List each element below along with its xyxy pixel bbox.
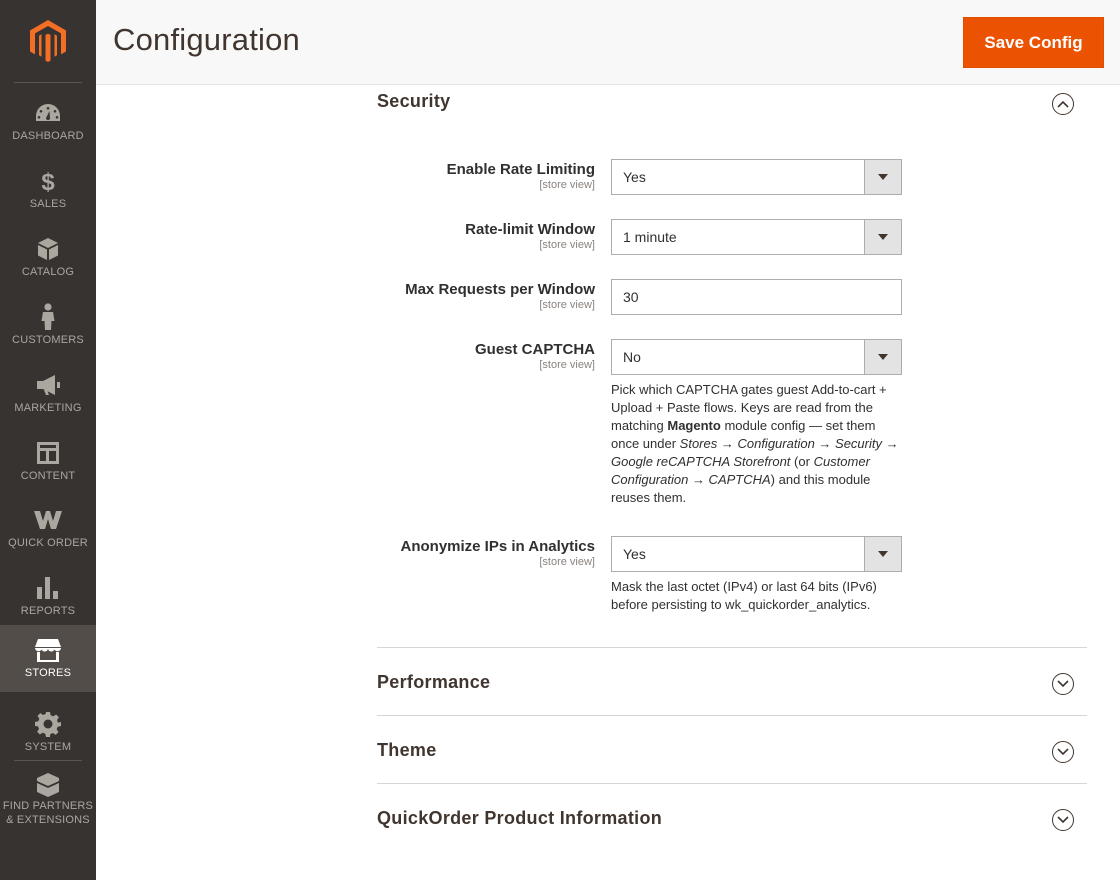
- section-divider: [377, 647, 1087, 648]
- section-divider: [377, 783, 1087, 784]
- dropdown-arrow-icon: [864, 537, 901, 571]
- field-name: Anonymize IPs in Analytics: [400, 538, 596, 555]
- gear-icon: [0, 711, 96, 737]
- megaphone-icon: [0, 372, 96, 398]
- nav-quick-order[interactable]: QUICK ORDER: [0, 497, 96, 565]
- nav-label: DASHBOARD: [12, 130, 84, 142]
- nav-label: REPORTS: [20, 605, 76, 617]
- chevron-up-icon: [1057, 100, 1069, 108]
- expand-toggle-performance[interactable]: [1052, 673, 1074, 695]
- collapse-toggle-security[interactable]: [1052, 93, 1074, 115]
- rate-limiting-select[interactable]: Yes: [611, 159, 902, 195]
- bar-chart-icon: [0, 575, 96, 601]
- quickorder-icon: [0, 507, 96, 533]
- dropdown-arrow-icon: [864, 220, 901, 254]
- expand-toggle-product-info[interactable]: [1052, 809, 1074, 831]
- layout-icon: [0, 440, 96, 466]
- field-scope: [store view]: [539, 359, 595, 371]
- section-title-product-info[interactable]: QuickOrder Product Information: [377, 808, 662, 829]
- magento-logo[interactable]: [0, 0, 96, 82]
- select-value: Yes: [623, 546, 646, 562]
- anonymize-ips-note: Mask the last octet (IPv4) or last 64 bi…: [611, 579, 877, 612]
- nav-label: STORES: [24, 667, 72, 679]
- guest-captcha-note: Pick which CAPTCHA gates guest Add-to-ca…: [611, 381, 906, 507]
- logo-divider: [14, 82, 82, 83]
- field-label-rate-limiting: Enable Rate Limiting [store view]: [447, 161, 595, 192]
- nav-find-partners[interactable]: FIND PARTNERS & EXTENSIONS: [0, 764, 96, 834]
- extensions-icon: [0, 772, 96, 798]
- chevron-down-icon: [1057, 680, 1069, 688]
- nav-sales[interactable]: $ SALES: [0, 158, 96, 226]
- dashboard-icon: [0, 100, 96, 126]
- section-title-theme[interactable]: Theme: [377, 740, 437, 761]
- rate-window-select[interactable]: 1 minute: [611, 219, 902, 255]
- nav-label: CATALOG: [21, 266, 75, 278]
- nav-system[interactable]: SYSTEM: [0, 701, 96, 769]
- dropdown-arrow-icon: [864, 160, 901, 194]
- page-title: Configuration: [113, 22, 300, 57]
- field-scope: [store view]: [539, 556, 595, 568]
- dropdown-arrow-icon: [864, 340, 901, 374]
- expand-toggle-theme[interactable]: [1052, 741, 1074, 763]
- select-value: Yes: [623, 169, 646, 185]
- guest-captcha-select[interactable]: No: [611, 339, 902, 375]
- save-config-button[interactable]: Save Config: [963, 17, 1104, 68]
- section-title-performance[interactable]: Performance: [377, 672, 490, 693]
- field-scope: [store view]: [539, 179, 595, 191]
- nav-dashboard[interactable]: DASHBOARD: [0, 90, 96, 158]
- nav-customers[interactable]: CUSTOMERS: [0, 294, 96, 362]
- field-label-max-requests: Max Requests per Window [store view]: [405, 281, 595, 312]
- nav-label: SALES: [29, 198, 67, 210]
- svg-text:$: $: [41, 169, 55, 194]
- nav-content[interactable]: CONTENT: [0, 430, 96, 498]
- dollar-icon: $: [0, 168, 96, 194]
- nav-marketing[interactable]: MARKETING: [0, 362, 96, 430]
- page-header: Configuration Save Config: [96, 0, 1120, 85]
- person-icon: [0, 303, 96, 330]
- select-value: No: [623, 349, 641, 365]
- nav-label: CUSTOMERS: [12, 334, 84, 346]
- nav-label: QUICK ORDER: [8, 537, 88, 549]
- nav-reports[interactable]: REPORTS: [0, 565, 96, 633]
- note-bold: Magento: [667, 418, 721, 433]
- field-name: Rate-limit Window: [465, 221, 595, 238]
- nav-divider: [14, 760, 82, 761]
- field-name: Max Requests per Window: [405, 281, 595, 298]
- section-title-security[interactable]: Security: [377, 91, 450, 112]
- magento-logo-icon: [30, 20, 66, 62]
- field-label-rate-window: Rate-limit Window [store view]: [465, 221, 595, 252]
- select-value: 1 minute: [623, 229, 677, 245]
- field-scope: [store view]: [539, 299, 595, 311]
- note-text: (or: [790, 454, 814, 469]
- field-name: Enable Rate Limiting: [446, 161, 595, 178]
- storefront-icon: [0, 637, 96, 663]
- nav-stores[interactable]: STORES: [0, 625, 96, 692]
- admin-sidebar: DASHBOARD $ SALES CATALOG CUSTOMERS MARK…: [0, 0, 96, 880]
- nav-label: CONTENT: [20, 470, 76, 482]
- chevron-down-icon: [1057, 748, 1069, 756]
- anonymize-ips-select[interactable]: Yes: [611, 536, 902, 572]
- nav-label: FIND PARTNERS: [2, 800, 94, 812]
- nav-catalog[interactable]: CATALOG: [0, 226, 96, 294]
- section-divider: [377, 715, 1087, 716]
- field-name: Guest CAPTCHA: [474, 341, 595, 358]
- chevron-down-icon: [1057, 816, 1069, 824]
- max-requests-input[interactable]: [611, 279, 902, 315]
- box-icon: [0, 236, 96, 262]
- field-label-guest-captcha: Guest CAPTCHA [store view]: [475, 341, 595, 372]
- nav-label: SYSTEM: [24, 741, 72, 753]
- field-label-anonymize-ips: Anonymize IPs in Analytics [store view]: [401, 538, 596, 569]
- field-scope: [store view]: [539, 239, 595, 251]
- nav-label: MARKETING: [14, 402, 82, 414]
- nav-label-secondary: & EXTENSIONS: [6, 814, 90, 826]
